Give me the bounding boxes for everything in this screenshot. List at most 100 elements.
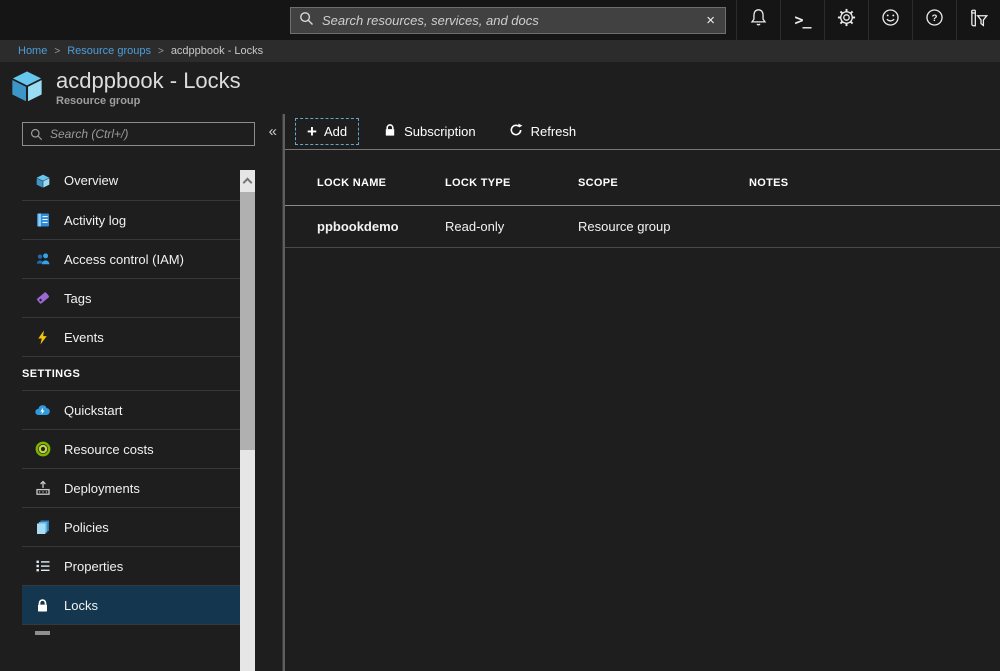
subscription-button[interactable]: Subscription — [375, 118, 484, 145]
locks-table: LOCK NAME LOCK TYPE SCOPE NOTES ppbookde… — [285, 160, 1000, 248]
sidebar-item-label: Activity log — [64, 213, 126, 228]
topbar-flex-space — [726, 0, 736, 40]
bell-icon — [748, 7, 769, 33]
sidebar-item-quickstart[interactable]: Quickstart — [22, 390, 241, 429]
sidebar-item-label: Access control (IAM) — [64, 252, 184, 267]
activity-log-icon — [34, 212, 51, 229]
sidebar-settings-header: SETTINGS — [22, 356, 241, 390]
menu-search-placeholder: Search (Ctrl+/) — [50, 127, 128, 141]
sidebar-item-tags[interactable]: Tags — [22, 278, 241, 317]
gear-icon — [836, 7, 857, 33]
quickstart-cloud-icon — [34, 402, 51, 419]
chevron-up-icon — [243, 178, 253, 188]
feedback-button[interactable] — [868, 0, 912, 40]
scope-cell: Resource group — [578, 219, 749, 234]
properties-list-icon — [34, 558, 51, 575]
page-header: acdppbook - Locks Resource group — [0, 62, 1000, 114]
topbar-spacer — [0, 0, 290, 40]
column-header-lock-name: LOCK NAME — [317, 177, 445, 189]
scrollbar-track[interactable] — [240, 450, 255, 671]
table-row[interactable]: ppbookdemo Read-only Resource group — [285, 206, 1000, 248]
scrollbar-up-button[interactable] — [240, 170, 255, 192]
sidebar-nav: Overview Activity log Access control (IA… — [22, 161, 241, 636]
help-button[interactable]: ? — [912, 0, 956, 40]
plus-icon: + — [307, 125, 317, 139]
policies-icon — [34, 519, 51, 536]
resource-menu-sidebar: Search (Ctrl+/) « Overview Activity log — [0, 114, 283, 671]
locks-blade: + Add Subscription Refresh — [283, 114, 1000, 671]
content-body: Search (Ctrl+/) « Overview Activity log — [0, 114, 1000, 671]
scrollbar-thumb[interactable] — [240, 192, 255, 450]
sidebar-item-partial — [22, 624, 241, 636]
sidebar-item-deployments[interactable]: Deployments — [22, 468, 241, 507]
deployments-icon — [34, 480, 51, 497]
sidebar-item-resource-costs[interactable]: Resource costs — [22, 429, 241, 468]
sidebar-item-label: Overview — [64, 173, 118, 188]
sidebar-scrollbar[interactable] — [240, 170, 255, 671]
breadcrumb-separator: > — [54, 46, 60, 57]
menu-search-input[interactable]: Search (Ctrl+/) — [22, 122, 255, 146]
sidebar-item-policies[interactable]: Policies — [22, 507, 241, 546]
refresh-button-label: Refresh — [531, 124, 577, 139]
sidebar-item-label: Events — [64, 330, 104, 345]
page-title: acdppbook - Locks — [56, 69, 241, 93]
column-header-lock-type: LOCK TYPE — [445, 177, 578, 189]
breadcrumb: Home > Resource groups > acdppbook - Loc… — [0, 40, 1000, 62]
partial-icon — [35, 631, 50, 635]
directory-filter-icon — [968, 7, 990, 34]
search-icon — [299, 11, 314, 31]
access-control-icon — [34, 251, 51, 268]
page-title-block: acdppbook - Locks Resource group — [56, 69, 241, 106]
breadcrumb-home[interactable]: Home — [18, 45, 47, 57]
column-header-notes: NOTES — [749, 177, 1000, 189]
resource-group-cube-icon — [8, 67, 46, 110]
sidebar-item-overview[interactable]: Overview — [22, 161, 241, 200]
cloud-shell-button[interactable]: >_ — [780, 0, 824, 40]
sidebar-item-events[interactable]: Events — [22, 317, 241, 356]
top-bar: Search resources, services, and docs × >… — [0, 0, 1000, 40]
smiley-icon — [880, 7, 901, 33]
sidebar-item-label: Tags — [64, 291, 91, 306]
settings-button[interactable] — [824, 0, 868, 40]
collapse-sidebar-icon[interactable]: « — [269, 123, 277, 140]
lock-type-cell: Read-only — [445, 219, 578, 234]
lock-icon — [383, 123, 397, 140]
svg-text:?: ? — [932, 13, 938, 24]
add-button-label: Add — [324, 124, 347, 139]
global-search-placeholder: Search resources, services, and docs — [322, 13, 704, 28]
sidebar-item-label: Policies — [64, 520, 109, 535]
resource-costs-icon — [34, 441, 51, 458]
subscription-button-label: Subscription — [404, 124, 476, 139]
sidebar-item-label: Resource costs — [64, 442, 154, 457]
add-button[interactable]: + Add — [295, 118, 359, 145]
lock-icon — [34, 597, 51, 614]
breadcrumb-resource-groups[interactable]: Resource groups — [67, 45, 151, 57]
notifications-bell-button[interactable] — [736, 0, 780, 40]
locks-toolbar: + Add Subscription Refresh — [285, 114, 1000, 150]
cube-icon — [34, 172, 51, 189]
global-search-input[interactable]: Search resources, services, and docs × — [290, 7, 726, 34]
sidebar-item-locks[interactable]: Locks — [22, 585, 241, 624]
sidebar-item-label: Locks — [64, 598, 98, 613]
search-icon — [30, 128, 43, 141]
tag-icon — [34, 290, 51, 307]
cloud-shell-icon: >_ — [794, 11, 810, 29]
topbar-icon-group: >_ — [736, 0, 1000, 40]
azure-portal-window: Search resources, services, and docs × >… — [0, 0, 1000, 671]
sidebar-item-access-control[interactable]: Access control (IAM) — [22, 239, 241, 278]
sidebar-item-label: Quickstart — [64, 403, 123, 418]
breadcrumb-separator: > — [158, 46, 164, 57]
refresh-button[interactable]: Refresh — [500, 117, 585, 146]
sidebar-item-label: Deployments — [64, 481, 140, 496]
help-question-icon: ? — [924, 7, 945, 33]
column-header-scope: SCOPE — [578, 177, 749, 189]
lightning-icon — [34, 329, 51, 346]
directory-filter-button[interactable] — [956, 0, 1000, 40]
page-subtitle: Resource group — [56, 95, 241, 107]
sidebar-item-activity-log[interactable]: Activity log — [22, 200, 241, 239]
lock-name-cell: ppbookdemo — [317, 219, 445, 234]
table-header-row: LOCK NAME LOCK TYPE SCOPE NOTES — [285, 160, 1000, 206]
search-clear-icon[interactable]: × — [704, 12, 717, 29]
sidebar-item-label: Properties — [64, 559, 123, 574]
sidebar-item-properties[interactable]: Properties — [22, 546, 241, 585]
